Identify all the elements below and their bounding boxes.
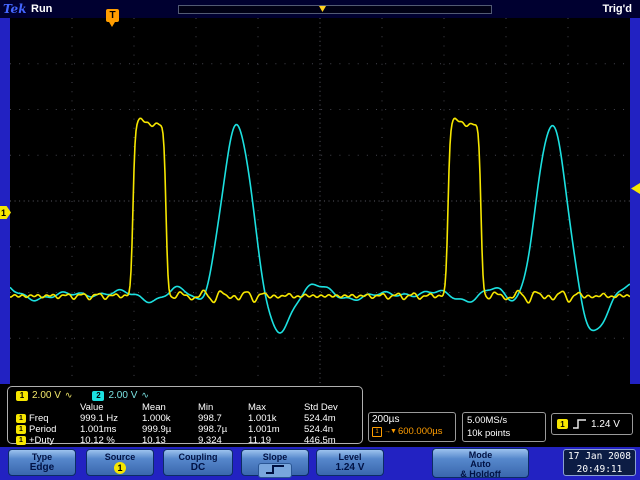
rising-edge-icon <box>573 419 586 429</box>
mode-button[interactable]: Mode Auto & Holdoff <box>432 448 529 478</box>
date-display: 17 Jan 2008 <box>568 451 631 462</box>
measurement-row: 1 Period 1.001ms 999.9µ 998.7µ 1.001m 524.4n <box>8 424 362 435</box>
trigger-readout: 1 1.24 V <box>551 413 633 435</box>
readout-band: 1 2.00 V ∿ 2 2.00 V ∿ Value Mean Min Max Std… <box>0 384 640 447</box>
delay-value: 600.000µs <box>397 426 443 437</box>
meas-stddev: 524.4n <box>304 424 334 435</box>
level-button-title: Level <box>338 452 362 462</box>
measurement-row: 1 Freq 999.1 Hz 1.000k 998.7 1.001k 524.4m <box>8 413 362 424</box>
waveform-plot <box>9 18 631 384</box>
rising-edge-icon <box>258 463 292 478</box>
meas-col-header: Std Dev <box>304 402 338 413</box>
ch1-marker-label: 1 <box>1 207 7 218</box>
level-button[interactable]: Level 1.24 V <box>316 449 384 476</box>
coupling-button-title: Coupling <box>178 452 218 462</box>
graticule-grid <box>10 18 630 384</box>
meas-name: Period <box>29 424 57 435</box>
meas-col-header: Mean <box>142 402 166 413</box>
type-button[interactable]: Type Edge <box>8 449 76 476</box>
meas-mean: 999.9µ <box>142 424 172 435</box>
sample-rate: 5.00MS/s <box>467 415 508 426</box>
meas-source-badge: 1 <box>16 425 26 434</box>
meas-max: 1.001k <box>248 413 277 424</box>
record-length: 10k points <box>467 428 511 439</box>
mode-button-value-2: & Holdoff <box>460 468 501 479</box>
ch2-scale: 2.00 V <box>108 390 138 401</box>
meas-mean: 10.13 <box>142 435 166 446</box>
type-button-title: Type <box>31 452 53 462</box>
measurement-row: 1 +Duty 10.12 % 10.13 9.324 11.19 446.5m <box>8 435 362 446</box>
meas-stddev: 524.4m <box>304 413 336 424</box>
meas-source-badge: 1 <box>16 436 26 445</box>
menu-bar: Type Edge Source 1 Coupling DC Slope Lev… <box>0 447 640 480</box>
meas-header-spacer <box>16 402 80 413</box>
meas-max: 1.001m <box>248 424 280 435</box>
meas-name-cell: 1 Freq <box>16 413 80 424</box>
meas-col-header: Min <box>198 402 214 413</box>
acquisition-readout: 5.00MS/s 10k points <box>462 412 546 442</box>
meas-min: 9.324 <box>198 435 222 446</box>
ch1-bandwidth-icon: ∿ <box>64 390 73 400</box>
coupling-button[interactable]: Coupling DC <box>163 449 233 476</box>
source-channel-badge: 1 <box>114 462 126 474</box>
datetime-display: 17 Jan 2008 20:49:11 <box>563 449 636 476</box>
delay-ch-badge: 1 <box>372 426 382 437</box>
channel-scale-row: 1 2.00 V ∿ 2 2.00 V ∿ <box>8 387 362 402</box>
meas-mean: 1.000k <box>142 413 171 424</box>
slope-button[interactable]: Slope <box>241 449 309 478</box>
measurement-rows: 1 Freq 999.1 Hz 1.000k 998.7 1.001k 524.4m 1 Per… <box>8 413 362 446</box>
ch2-waveform <box>9 123 631 334</box>
time-display: 20:49:11 <box>576 464 623 475</box>
source-button[interactable]: Source 1 <box>86 449 154 476</box>
meas-value: 10.12 % <box>80 435 115 446</box>
trigger-status: Trig'd <box>602 3 632 15</box>
timebase-readout: 200µs <box>372 414 400 425</box>
meas-col-header: Value <box>80 402 104 413</box>
ch1-badge: 1 <box>16 390 28 401</box>
source-button-title: Source <box>104 452 136 462</box>
meas-max: 11.19 <box>248 435 272 446</box>
slope-button-title: Slope <box>262 452 288 462</box>
meas-stddev: 446.5m <box>304 435 336 446</box>
meas-min: 998.7µ <box>198 424 228 435</box>
delay-marker-icon: →▼ <box>384 428 397 435</box>
status-bar: Tek Run Trig'd <box>0 0 640 18</box>
meas-name: Freq <box>29 413 49 424</box>
measurement-header-row: Value Mean Min Max Std Dev <box>8 402 362 413</box>
ch2-badge: 2 <box>92 390 105 401</box>
coupling-button-value: DC <box>190 462 206 473</box>
meas-name-cell: 1 +Duty <box>16 435 80 446</box>
trigger-flag-label: T <box>109 10 116 21</box>
trigger-time-flag: T <box>106 9 119 27</box>
trigger-position-marker <box>319 6 326 12</box>
type-button-value: Edge <box>29 462 55 473</box>
meas-value: 999.1 Hz <box>80 413 119 424</box>
record-view-bar <box>178 5 492 14</box>
meas-value: 1.001ms <box>80 424 117 435</box>
horizontal-readout: 200µs 1 →▼ 600.000µs <box>368 412 456 442</box>
trigger-level-readout: 1.24 V <box>591 418 620 430</box>
measurement-panel: 1 2.00 V ∿ 2 2.00 V ∿ Value Mean Min Max Std… <box>7 386 363 446</box>
ch2-bandwidth-icon: ∿ <box>141 390 149 400</box>
level-button-value: 1.24 V <box>335 462 365 473</box>
delay-readout-line: 1 →▼ 600.000µs <box>372 426 452 437</box>
trigger-level-marker <box>631 183 640 194</box>
source-channel-label: 1 <box>117 463 123 473</box>
ch1-scale: 2.00 V <box>32 390 61 401</box>
meas-name-cell: 1 Period <box>16 424 80 435</box>
tek-logo: Tek <box>3 2 27 16</box>
trigger-source-badge: 1 <box>557 419 568 429</box>
meas-source-badge: 1 <box>16 414 26 423</box>
meas-col-header: Max <box>248 402 266 413</box>
meas-min: 998.7 <box>198 413 222 424</box>
oscilloscope-ui: Tek Run Trig'd T 1 1 2.00 V ∿ 2 2.00 V ∿ <box>0 0 640 480</box>
graticule-display <box>9 18 631 384</box>
acquisition-status: Run <box>31 3 53 15</box>
meas-name: +Duty <box>29 435 55 446</box>
